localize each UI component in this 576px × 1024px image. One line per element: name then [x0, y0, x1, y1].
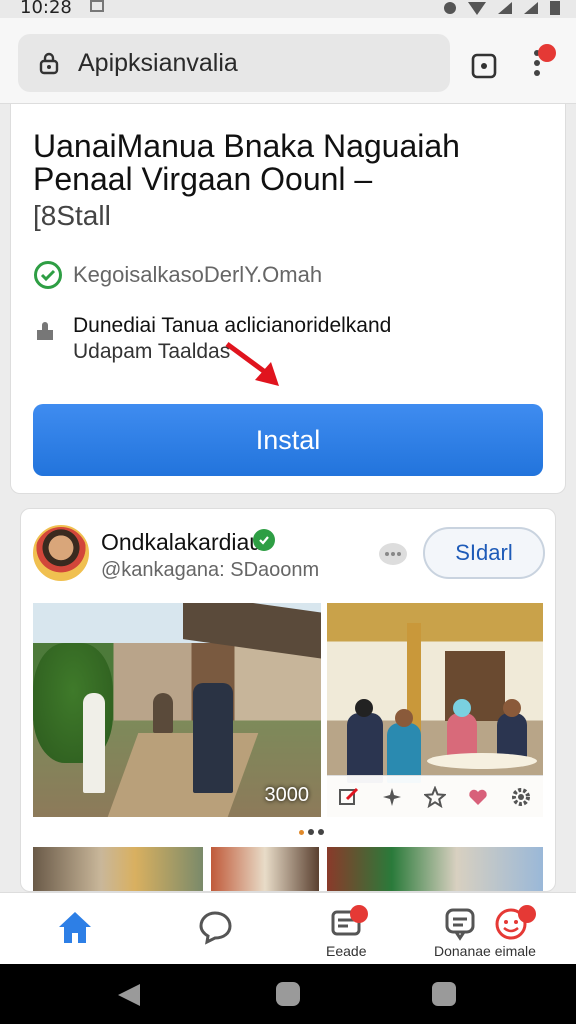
signal-icon: [498, 2, 512, 14]
avatar[interactable]: [33, 525, 89, 581]
photo-action-bar: [327, 775, 543, 817]
post-photo-thumb-3[interactable]: [327, 847, 543, 891]
carousel-dots: [299, 829, 324, 835]
menu-dots-icon[interactable]: [524, 44, 558, 86]
verified-row: KegoisalkasoDerlY.Omah: [33, 260, 322, 290]
nav-label-notifications: Eeade: [326, 943, 367, 959]
messages-icon: [199, 911, 232, 945]
heart-icon[interactable]: [465, 784, 491, 810]
publisher-name[interactable]: Ondkalakardiau: [101, 529, 262, 556]
settings-icon[interactable]: [508, 784, 534, 810]
nav-profile[interactable]: Donanae eimale: [430, 893, 550, 965]
app-title: UanaiManua Bnaka Naguaiah Penaal Virgaan…: [33, 128, 460, 197]
post-photo-thumb-1[interactable]: [33, 847, 203, 891]
post-card: Ondkalakardiau @kankagana: SDaoonm SIdar…: [20, 508, 556, 892]
profile-icon: [445, 908, 475, 941]
install-button[interactable]: Instal: [33, 404, 543, 476]
follow-button[interactable]: SIdarl: [423, 527, 545, 579]
post-photo-village[interactable]: 3000: [33, 603, 321, 817]
verified-badge-icon: [253, 529, 275, 551]
home-button-icon[interactable]: [276, 982, 300, 1006]
nav-home[interactable]: [50, 893, 100, 965]
wifi-icon: [468, 1, 486, 15]
edit-icon[interactable]: [336, 784, 362, 810]
description-line-2: Udapam Taaldas: [73, 340, 231, 363]
app-install-card: UanaiManua Bnaka Naguaiah Penaal Virgaan…: [10, 104, 566, 494]
post-photo-gathering[interactable]: [327, 603, 543, 817]
profile-notification-dot: [518, 905, 536, 923]
sparkle-icon[interactable]: [379, 784, 405, 810]
publisher-handle: @kankagana: SDaoonm: [101, 559, 320, 581]
chat-icon[interactable]: [377, 541, 409, 569]
url-text[interactable]: Apipksianvalia: [78, 49, 238, 78]
url-bar[interactable]: Apipksianvalia: [18, 34, 450, 92]
nav-notifications[interactable]: Eeade: [310, 893, 382, 965]
system-nav-bar: [0, 964, 576, 1024]
home-icon: [59, 912, 91, 943]
battery-icon: [550, 1, 560, 15]
post-photo-thumb-2[interactable]: [211, 847, 319, 891]
puzzle-icon: [37, 322, 53, 340]
notification-dot: [350, 905, 368, 923]
status-time: 10:28: [20, 0, 72, 18]
menu-notification-dot: [538, 44, 556, 62]
nav-label-profile: Donanae eimale: [434, 943, 536, 959]
status-bar: 10:28: [0, 0, 576, 18]
notification-icon: [90, 0, 104, 12]
browser-toolbar: Apipksianvalia: [0, 18, 576, 104]
bottom-nav: Eeade Donanae eimale: [0, 892, 576, 964]
verified-text: KegoisalkasoDerlY.Omah: [73, 262, 323, 287]
description-line-1: Dunediai Tanua aclicianoridelkand: [73, 314, 392, 337]
arrow-icon: [225, 341, 279, 386]
nav-messages[interactable]: [190, 893, 240, 965]
tab-switcher-icon[interactable]: [466, 48, 502, 84]
back-icon[interactable]: [118, 984, 140, 1006]
status-icons: [444, 1, 560, 15]
signal-icon-2: [524, 2, 538, 14]
check-circle-icon: [34, 261, 62, 289]
location-icon: [444, 2, 456, 14]
lock-icon[interactable]: [36, 50, 62, 76]
recents-icon[interactable]: [432, 982, 456, 1006]
photo-count-badge: 3000: [264, 784, 310, 806]
star-icon[interactable]: [422, 784, 448, 810]
install-label: [8Stall: [33, 200, 111, 231]
